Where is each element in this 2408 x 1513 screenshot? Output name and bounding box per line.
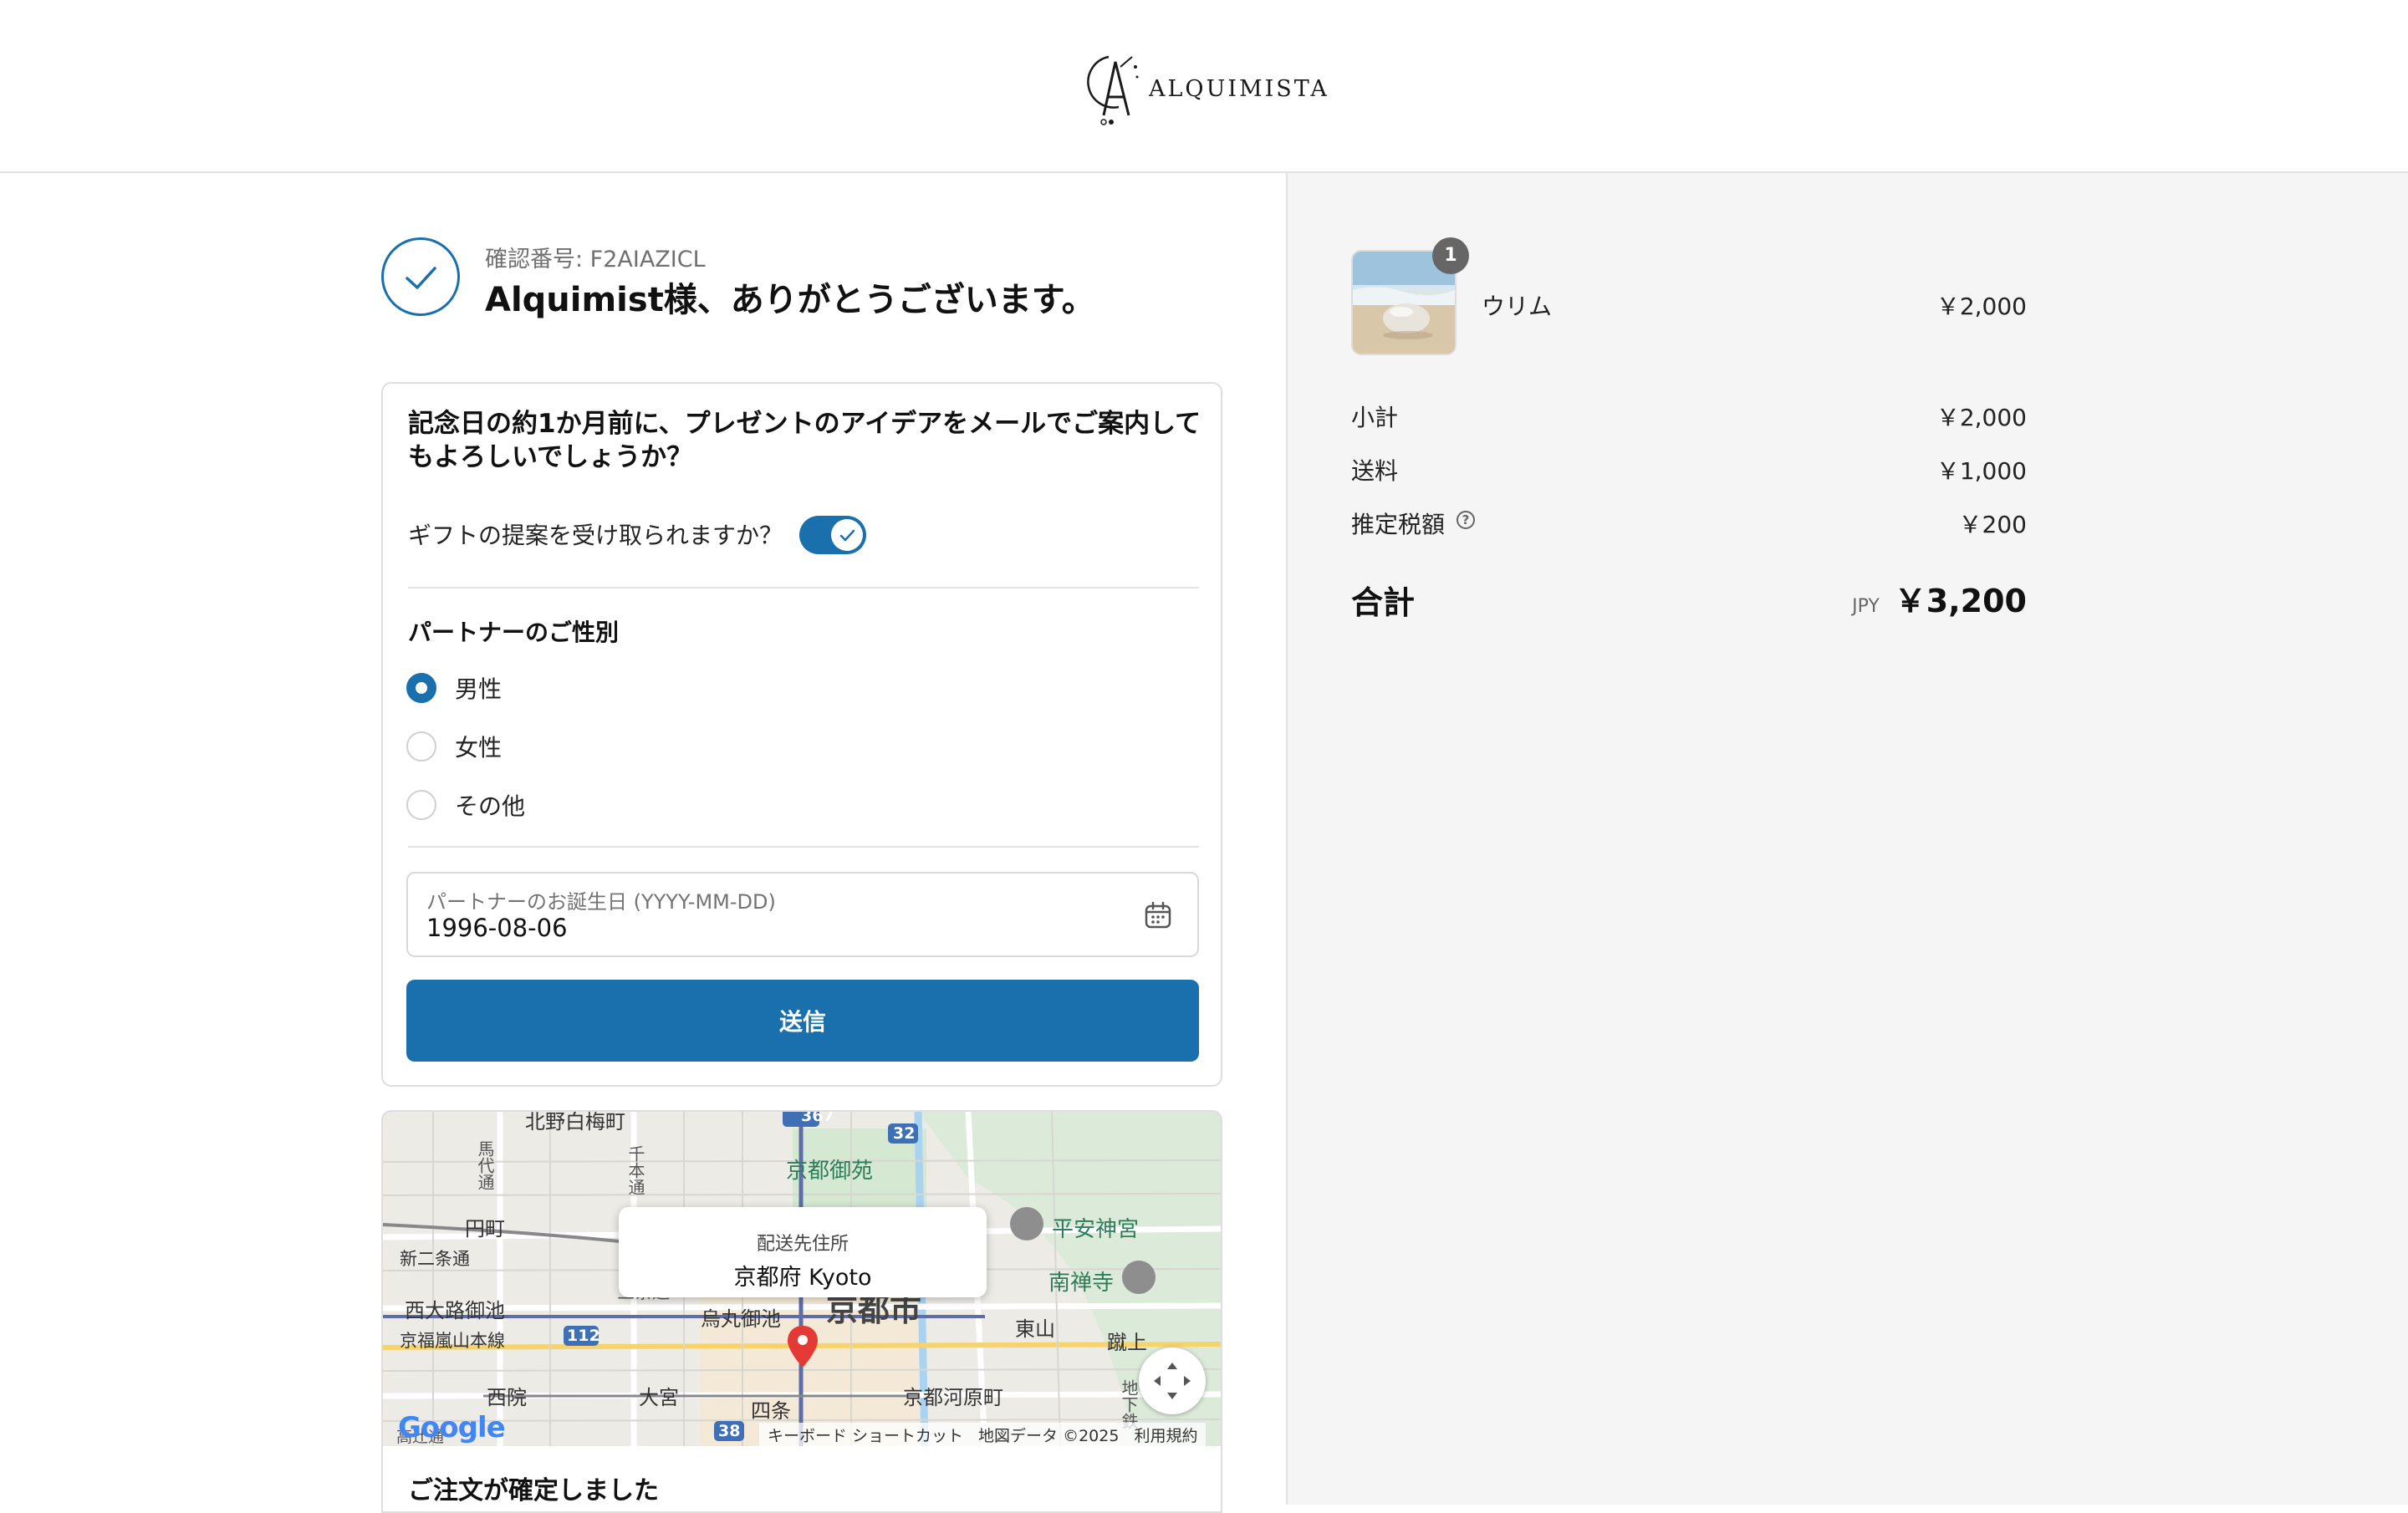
map-label-karasuma: 烏丸御池 bbox=[701, 1307, 781, 1331]
radio-button[interactable] bbox=[406, 731, 436, 762]
shipping-label: 送料 bbox=[1351, 457, 1399, 485]
birthday-field-value[interactable]: 1996-08-06 bbox=[426, 914, 568, 942]
alquimista-logo-icon bbox=[1087, 55, 1139, 125]
logo-wordmark: ALQUIMISTA bbox=[1149, 75, 1329, 102]
subtotal-label: 小計 bbox=[1351, 404, 1399, 431]
map-label-shijo: 四条 bbox=[751, 1399, 791, 1423]
fullscreen-icon bbox=[1154, 1363, 1191, 1399]
map-label-higashiyama: 東山 bbox=[1015, 1317, 1055, 1341]
shipping-address-map[interactable]: 367 32 112 38 北野白梅町 京都御苑 円町 新二条通 平安神宮 南禅… bbox=[381, 1110, 1222, 1446]
partner-birthday-field[interactable]: パートナーのお誕生日 (YYYY-MM-DD) 1996-08-06 bbox=[406, 872, 1199, 957]
gender-option-male[interactable]: 男性 bbox=[406, 671, 502, 705]
total-amount: ￥3,200 bbox=[1894, 583, 2027, 619]
confirmation-number: 確認番号: F2AIAZICL bbox=[485, 247, 706, 273]
order-summary-panel bbox=[1286, 173, 2408, 1505]
item-quantity-badge: 1 bbox=[1432, 237, 1469, 274]
gift-toggle-label: ギフトの提案を受け取られますか？ bbox=[408, 522, 783, 549]
total-currency: JPY bbox=[1852, 596, 1880, 617]
route-shield-32: 32 bbox=[893, 1124, 916, 1143]
check-icon bbox=[839, 529, 855, 542]
total-label: 合計 bbox=[1351, 584, 1416, 621]
route-shield-367: 367 bbox=[801, 1110, 834, 1125]
map-label-arashiyama-line: 京福嵐山本線 bbox=[400, 1331, 505, 1351]
map-fullscreen-button[interactable] bbox=[1139, 1347, 1206, 1414]
shipping-value: ￥1,000 bbox=[1936, 457, 2027, 485]
partner-gender-label: パートナーのご性別 bbox=[408, 619, 620, 646]
birthday-field-label: パートナーのお誕生日 (YYYY-MM-DD) bbox=[426, 890, 776, 914]
item-price: ￥2,000 bbox=[1936, 293, 2027, 320]
map-label-subway: 地下鉄 bbox=[1119, 1379, 1139, 1429]
radio-button[interactable] bbox=[406, 790, 436, 820]
map-label-saiin: 西院 bbox=[487, 1386, 527, 1409]
info-window-title: 配送先住所 bbox=[756, 1234, 849, 1255]
map-label-kitano: 北野白梅町 bbox=[525, 1110, 625, 1133]
route-shield-38: 38 bbox=[718, 1422, 741, 1440]
gender-option-female[interactable]: 女性 bbox=[406, 730, 502, 763]
divider bbox=[408, 587, 1199, 588]
item-name: ウリム bbox=[1482, 293, 1553, 320]
map-label-umamachi: 馬代通 bbox=[475, 1140, 495, 1190]
map-label-emmachi: 円町 bbox=[465, 1217, 505, 1240]
toggle-knob bbox=[831, 519, 863, 551]
help-icon[interactable]: ? bbox=[1457, 511, 1475, 529]
gift-card-title: 記念日の約1か月前に、プレゼントのアイデアをメールでご案内してもよろしいでしょう… bbox=[408, 409, 1201, 472]
gender-option-label: 男性 bbox=[455, 675, 503, 703]
tax-value: ￥200 bbox=[1958, 511, 2027, 538]
total-value: JPY ￥3,200 bbox=[1852, 575, 2027, 621]
map-pin-icon[interactable] bbox=[786, 1324, 819, 1369]
map-label-nishioji: 西大路御池 bbox=[405, 1299, 505, 1322]
map-label-shinnijo: 新二条通 bbox=[400, 1249, 470, 1269]
order-confirmed-card: ご注文が確定しました bbox=[381, 1446, 1222, 1513]
info-window-place: 京都府 Kyoto bbox=[733, 1265, 872, 1291]
tax-label: 推定税額 bbox=[1351, 511, 1446, 538]
google-logo-text: Google bbox=[398, 1411, 506, 1444]
calendar-icon[interactable] bbox=[1144, 901, 1172, 930]
map-info-window: 配送先住所 京都府 Kyoto bbox=[619, 1207, 987, 1297]
map-label-kawaramachi: 京都河原町 bbox=[903, 1386, 1003, 1409]
route-shield-112: 112 bbox=[567, 1327, 600, 1345]
google-logo: Google bbox=[398, 1411, 506, 1444]
map-label-gosho: 京都御苑 bbox=[786, 1159, 874, 1184]
alquimista-logo[interactable]: ALQUIMISTA bbox=[1085, 47, 1329, 130]
map-data-credit: 地図データ ©2025 bbox=[978, 1426, 1120, 1445]
divider bbox=[408, 846, 1199, 848]
site-header: ALQUIMISTA bbox=[0, 0, 2408, 173]
radio-button[interactable] bbox=[406, 673, 436, 703]
gift-suggestion-card: 記念日の約1か月前に、プレゼントのアイデアをメールでご案内してもよろしいでしょう… bbox=[381, 382, 1222, 1087]
gender-option-label: 女性 bbox=[455, 734, 503, 762]
gift-suggestion-toggle[interactable] bbox=[799, 516, 866, 554]
gender-option-other[interactable]: その他 bbox=[406, 788, 525, 822]
subtotal-value: ￥2,000 bbox=[1936, 404, 2027, 431]
keyboard-shortcuts-link[interactable]: キーボード ショートカット bbox=[768, 1424, 963, 1446]
map-label-nanzenji: 南禅寺 bbox=[1048, 1271, 1115, 1296]
order-confirmed-title: ご注文が確定しました bbox=[408, 1476, 659, 1505]
map-label-omiya: 大宮 bbox=[639, 1386, 679, 1409]
map-label-heian: 平安神宮 bbox=[1052, 1217, 1140, 1242]
submit-button[interactable]: 送信 bbox=[406, 980, 1199, 1062]
thank-you-heading: Alquimist様、ありがとうございます。 bbox=[485, 281, 1095, 319]
gender-option-label: その他 bbox=[455, 792, 526, 820]
terms-link[interactable]: 利用規約 bbox=[1134, 1424, 1197, 1446]
success-check-icon bbox=[381, 237, 460, 316]
map-attribution: キーボード ショートカット 地図データ ©2025 利用規約 bbox=[759, 1423, 1207, 1446]
map-label-senbon: 千本通 bbox=[625, 1145, 645, 1195]
